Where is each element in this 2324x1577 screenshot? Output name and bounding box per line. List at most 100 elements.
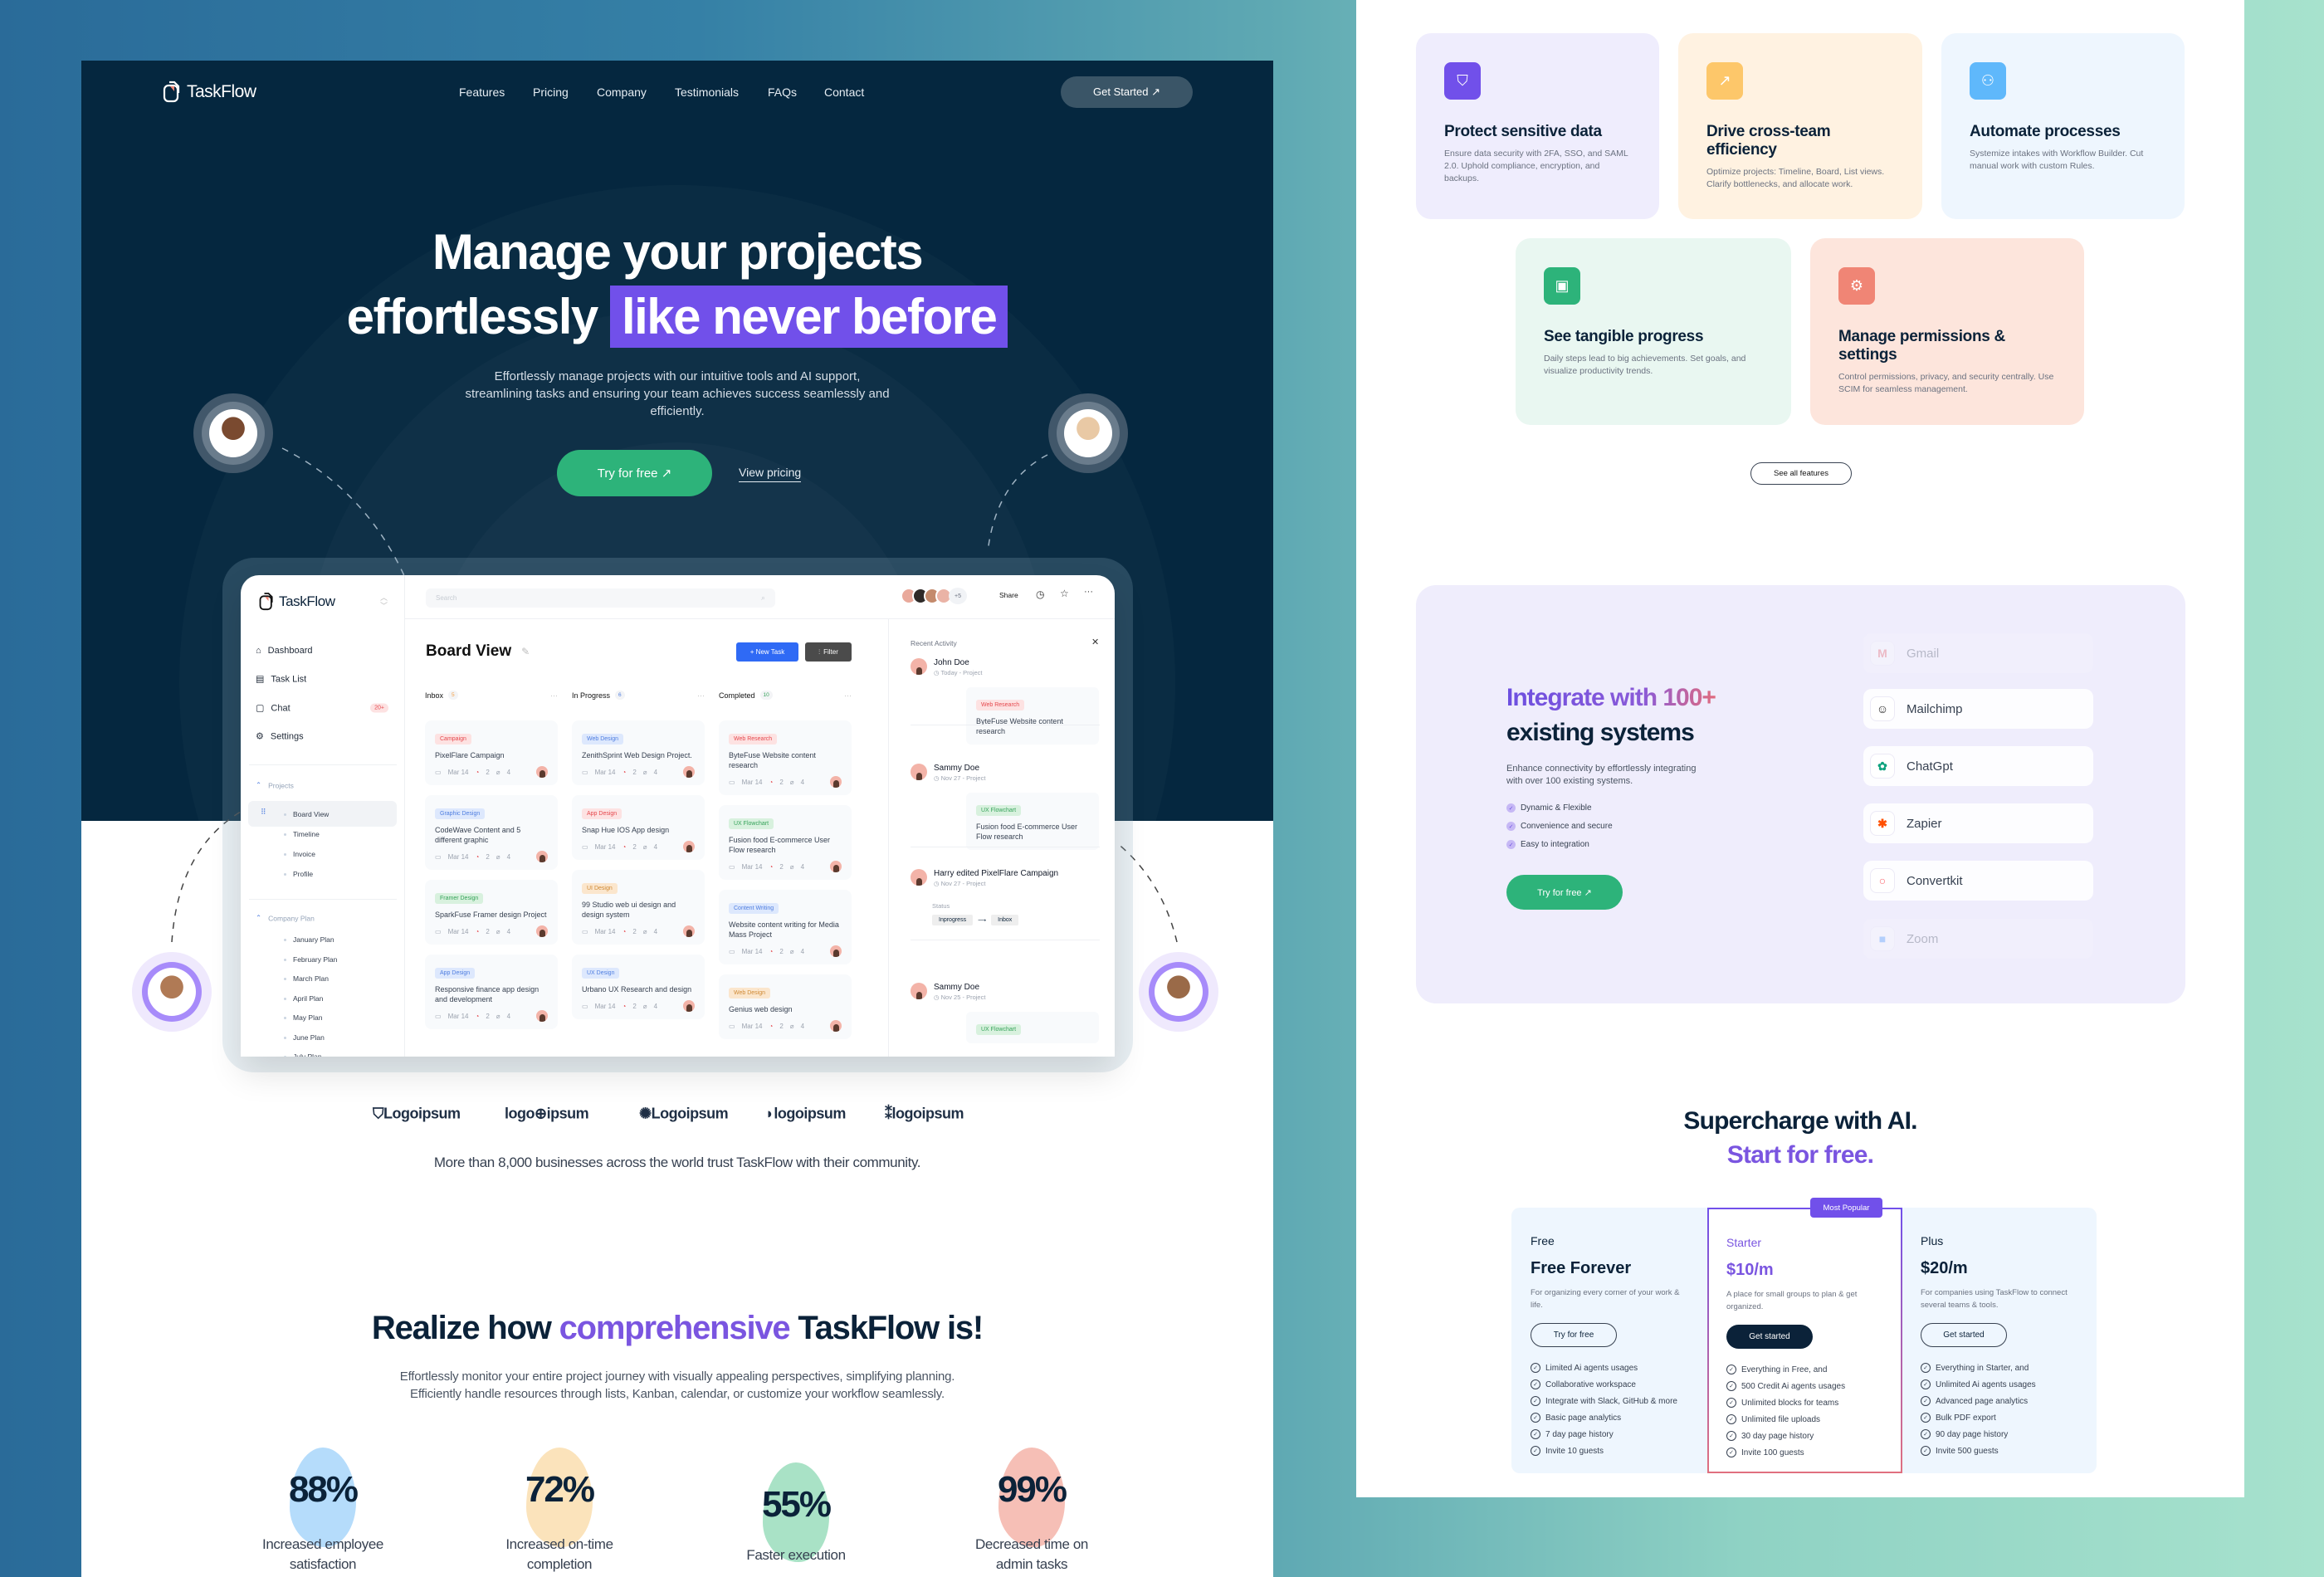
task-card[interactable]: UI Design 99 Studio web ui design and de… [572,870,705,945]
feature-title: Drive cross-team efficiency [1706,123,1831,159]
star-icon[interactable]: ☆ [1060,588,1069,599]
sidebar-plan-item[interactable]: June Plan [284,1033,325,1042]
stat-value: 99% [997,1469,1067,1510]
task-card[interactable]: Web Design ZenithSprint Web Design Proje… [572,720,705,785]
task-title: ZenithSprint Web Design Project. [582,751,692,759]
task-card[interactable]: Graphic Design CodeWave Content and 5 di… [425,795,558,870]
member-avatars[interactable]: +5 [901,588,967,604]
check-circle-icon: ✓ [1531,1363,1540,1373]
integration-name: Mailchimp [1907,701,1963,716]
partner-logo-text: logoipsum [891,1105,964,1122]
comment-count: 2 [486,768,490,776]
activity-task-card[interactable]: Web Research ByteFuse Website content res… [966,687,1099,745]
feature-text: Everything in Free, and [1741,1365,1828,1374]
task-date: Mar 14 [594,1002,616,1010]
sidebar-item-dashboard[interactable]: ⌂ Dashboard [256,646,312,656]
sidebar-item-chat[interactable]: ▢ Chat 20+ [256,703,388,714]
task-card[interactable]: Web Design Genius web design ▭ Mar 14 ◔ 2 … [719,974,852,1039]
plan-button[interactable]: Try for free [1531,1323,1617,1347]
task-tag: Web Design [729,988,771,998]
sidebar-plan-item[interactable]: February Plan [284,955,337,964]
zapier-icon: ✱ [1870,811,1895,836]
description-line: with over 100 existing systems. [1506,776,1633,786]
column-header: Inbox 5 ··· [425,691,558,700]
task-tag: Framer Design [435,893,484,904]
sidebar-plan-item[interactable]: March Plan [284,974,329,983]
column-count-badge: 6 [615,691,625,700]
workspace-switch-icon[interactable]: ︿ ﹀ [380,593,388,610]
sidebar-project-item[interactable]: Timeline [284,830,320,838]
attachment-icon: ⌀ [496,852,500,861]
plan-feature: ✓ Integrate with Slack, GitHub & more [1531,1395,1687,1407]
drag-handle-icon[interactable]: ⠿ [261,808,266,817]
sidebar-plan-item[interactable]: May Plan [284,1013,322,1022]
more-options-icon[interactable]: ··· [1084,587,1093,597]
company-plan-group-toggle[interactable]: ⌃ Company Plan [256,914,315,923]
edit-pencil-icon[interactable]: ✎ [521,646,530,657]
heading-text: existing systems [1506,719,1695,746]
activity-user: Sammy Doe [934,983,980,992]
task-card[interactable]: UX Flowchart Fusion food E-commerce User… [719,805,852,880]
feature-text: 90 day page history [1936,1429,2009,1439]
filter-button[interactable]: ⫶ Filter [805,642,852,662]
integrations-try-free-button[interactable]: Try for free ↗ [1506,875,1623,910]
gear-icon: ⚙ [1838,267,1875,305]
column-menu-icon[interactable]: ··· [550,691,558,700]
sidebar-item-settings[interactable]: ⚙ Settings [256,731,304,742]
activity-title: Recent Activity [911,639,957,647]
sidebar-project-item[interactable]: Board View [284,810,329,818]
check-circle-icon: ✓ [1726,1448,1736,1457]
feature-text: Unlimited file uploads [1741,1414,1821,1424]
attachment-icon: ⌀ [642,768,647,776]
column-menu-icon[interactable]: ··· [844,691,852,700]
column-menu-icon[interactable]: ··· [697,691,705,700]
close-icon[interactable]: ✕ [1091,637,1099,647]
activity-task-card[interactable]: UX Flowchart Fusion food E-commerce User … [966,793,1099,850]
plan-button[interactable]: Get started [1726,1325,1813,1349]
plan-button[interactable]: Get started [1921,1323,2007,1347]
activity-entry[interactable]: Sammy Doe ◷ Nov 27 - Project [911,764,985,782]
integration-item[interactable]: M Gmail [1863,633,2093,673]
plan-description: For organizing every corner of your work… [1531,1288,1680,1310]
sidebar-plan-item[interactable]: January Plan [284,935,334,944]
task-card[interactable]: Web Research ByteFuse Website content re… [719,720,852,795]
assignee-avatar [830,945,842,957]
attachment-icon: ⌀ [789,1022,794,1030]
see-all-features-button[interactable]: See all features [1750,462,1852,485]
sidebar-project-item[interactable]: Invoice [284,850,315,858]
task-card[interactable]: Framer Design SparkFuse Framer design Pr… [425,880,558,945]
history-icon[interactable]: ◷ [1036,588,1044,600]
workflow-icon: ⚇ [1970,62,2006,100]
integration-item[interactable]: ☺ Mailchimp [1863,689,2093,729]
app-brand[interactable]: TaskFlow [258,592,335,612]
sidebar-project-item[interactable]: Profile [284,870,313,878]
task-card[interactable]: App Design Snap Hue IOS App design ▭ Mar … [572,795,705,860]
clock-icon: ◷ [934,669,941,676]
activity-task-card[interactable]: UX Flowchart [966,1012,1099,1043]
sidebar-item-task-list[interactable]: ▤ Task List [256,674,306,685]
app-brand-name: TaskFlow [279,593,335,609]
new-task-button[interactable]: + New Task [736,642,798,662]
sidebar-item-label: Chat [271,703,290,713]
task-card[interactable]: UX Design Urbano UX Research and design … [572,954,705,1019]
integration-item[interactable]: ○ Convertkit [1863,861,2093,901]
stat-label: Faster execution [746,1547,846,1563]
plan-label: Plus [1921,1234,1944,1247]
search-input[interactable]: Search ⌕ [426,588,775,608]
integration-bullet: ✓ Convenience and secure [1506,822,1613,831]
share-button[interactable]: Share [999,591,1018,599]
integration-item[interactable]: ✱ Zapier [1863,803,2093,843]
task-card[interactable]: Content Writing Website content writing … [719,890,852,964]
activity-entry[interactable]: Harry edited PixelFlare Campaign ◷ Nov 27… [911,869,1058,887]
sidebar-plan-item[interactable]: July Plan [284,1052,322,1057]
column-name: Inbox [425,691,444,700]
integration-item[interactable]: ✿ ChatGpt [1863,746,2093,786]
activity-entry[interactable]: Sammy Doe ◷ Nov 25 - Project [911,983,985,1001]
sidebar-plan-item[interactable]: April Plan [284,994,323,1003]
task-card[interactable]: Campaign PixelFlare Campaign ▭ Mar 14 ◔ 2 … [425,720,558,785]
task-card[interactable]: App Design Responsive finance app design… [425,954,558,1029]
task-date: Mar 14 [447,1012,469,1020]
integration-item[interactable]: ■ Zoom [1863,919,2093,959]
projects-group-toggle[interactable]: ⌃ Projects [256,781,294,790]
activity-entry[interactable]: John Doe ◷ Today - Project [911,658,983,676]
